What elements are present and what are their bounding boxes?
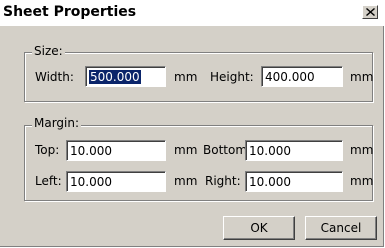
left-label: Left: bbox=[35, 174, 62, 188]
right-value: 10.000 bbox=[249, 175, 291, 189]
close-button[interactable] bbox=[362, 5, 378, 19]
top-field[interactable]: 10.000 bbox=[66, 140, 166, 161]
size-legend: Size: bbox=[32, 44, 65, 58]
width-field[interactable]: 500.000 bbox=[85, 66, 166, 87]
top-label: Top: bbox=[35, 143, 60, 157]
left-field[interactable]: 10.000 bbox=[66, 171, 166, 192]
height-unit: mm bbox=[350, 70, 374, 84]
margin-legend: Margin: bbox=[32, 116, 82, 130]
right-unit: mm bbox=[350, 174, 374, 188]
left-unit: mm bbox=[174, 174, 198, 188]
top-unit: mm bbox=[174, 143, 198, 157]
bottom-label: Bottom: bbox=[203, 143, 252, 157]
width-value: 500.000 bbox=[89, 70, 141, 84]
ok-button[interactable]: OK bbox=[223, 216, 295, 240]
bottom-unit: mm bbox=[350, 143, 374, 157]
right-label: Right: bbox=[205, 174, 241, 188]
left-value: 10.000 bbox=[70, 175, 112, 189]
close-icon bbox=[366, 8, 375, 16]
sheet-properties-dialog: Sheet Properties Size: Width: 500.000 mm… bbox=[0, 0, 384, 247]
title-bar: Sheet Properties bbox=[0, 0, 384, 26]
bottom-value: 10.000 bbox=[249, 144, 291, 158]
cancel-button[interactable]: Cancel bbox=[305, 216, 377, 240]
height-value: 400.000 bbox=[265, 70, 315, 84]
dialog-title: Sheet Properties bbox=[3, 4, 137, 20]
height-field[interactable]: 400.000 bbox=[261, 66, 343, 87]
top-value: 10.000 bbox=[70, 144, 112, 158]
width-unit: mm bbox=[174, 70, 198, 84]
width-label: Width: bbox=[35, 70, 74, 84]
height-label: Height: bbox=[210, 70, 254, 84]
right-field[interactable]: 10.000 bbox=[245, 171, 343, 192]
bottom-field[interactable]: 10.000 bbox=[245, 140, 343, 161]
